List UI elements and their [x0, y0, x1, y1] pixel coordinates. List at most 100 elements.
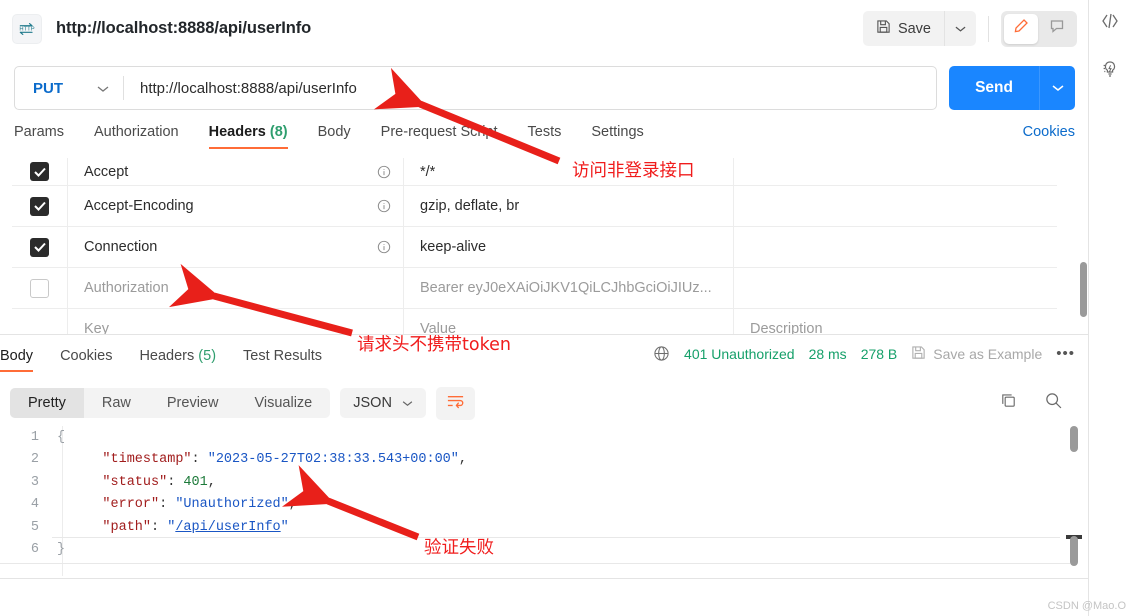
tab-body[interactable]: Body: [318, 124, 351, 149]
save-button[interactable]: Save: [862, 11, 944, 46]
comment-button[interactable]: [1040, 14, 1074, 44]
chevron-down-icon: [97, 80, 109, 97]
view-mode-visualize[interactable]: Visualize: [236, 388, 330, 418]
bottom-divider: [0, 578, 1089, 579]
edit-button[interactable]: [1004, 13, 1038, 44]
json-line-content: "error": "Unauthorized",: [102, 497, 297, 513]
header-value-cell[interactable]: Bearer eyJ0eXAiOiJKV1QiLCJhbGciOiJIUz...: [404, 268, 734, 308]
table-row[interactable]: Authorization Bearer eyJ0eXAiOiJKV1QiLCJ…: [12, 268, 1057, 309]
header-key-placeholder[interactable]: Key: [68, 309, 404, 335]
table-row[interactable]: Connection keep-alive: [12, 227, 1057, 268]
line-number: 2: [30, 452, 39, 468]
http-method-select[interactable]: PUT: [15, 67, 123, 109]
header-description-placeholder[interactable]: Description: [734, 309, 1057, 335]
tab-pre-request-script[interactable]: Pre-request Script: [381, 124, 498, 149]
header-row-checkbox-cell: [12, 186, 68, 226]
annotation-text: 请求头不携带token: [357, 335, 511, 355]
response-body-actions: [999, 391, 1079, 415]
checkbox-checked[interactable]: [30, 196, 49, 216]
response-tab-headers-label: Headers: [139, 348, 195, 364]
send-dropdown-button[interactable]: [1039, 66, 1075, 110]
header-key-cell[interactable]: Connection: [68, 227, 404, 267]
response-format-value: JSON: [353, 395, 392, 411]
json-scrollbar-bottom[interactable]: [1070, 536, 1078, 566]
cookies-link[interactable]: Cookies: [1023, 124, 1075, 149]
json-fold-marker[interactable]: }: [52, 542, 70, 557]
checkbox-checked[interactable]: [30, 162, 49, 181]
table-row[interactable]: Accept-Encoding gzip, deflate, br: [12, 186, 1057, 227]
save-as-example-button[interactable]: Save as Example: [911, 345, 1042, 363]
response-tab-body[interactable]: Body: [0, 348, 34, 372]
response-tab-headers[interactable]: Headers (5): [139, 348, 216, 372]
info-icon: [377, 165, 391, 179]
http-protocol-icon: HTTP: [12, 13, 42, 44]
lightbulb-icon[interactable]: [1097, 56, 1123, 82]
send-button[interactable]: Send: [949, 66, 1039, 110]
tab-params[interactable]: Params: [14, 124, 64, 149]
code-icon[interactable]: [1097, 8, 1123, 34]
save-dropdown-button[interactable]: [944, 11, 976, 46]
url-input[interactable]: [124, 79, 937, 97]
view-mode-preview[interactable]: Preview: [149, 388, 237, 418]
view-mode-raw[interactable]: Raw: [84, 388, 149, 418]
request-title: http://localhost:8888/api/userInfo: [56, 19, 312, 37]
table-row[interactable]: Accept */*: [12, 158, 1057, 186]
header-row-checkbox-cell: [12, 158, 68, 185]
json-line-content: "path": "/api/userInfo": [102, 519, 289, 535]
tab-headers-label: Headers: [208, 124, 266, 140]
response-tab-cookies[interactable]: Cookies: [60, 348, 112, 372]
request-tabs: Params Authorization Headers (8) Body Pr…: [0, 124, 1089, 158]
view-mode-pretty[interactable]: Pretty: [10, 388, 84, 418]
line-number: 6: [30, 542, 39, 558]
header-description-cell[interactable]: [734, 227, 1057, 267]
header-key-cell[interactable]: Authorization: [68, 268, 404, 308]
json-scrollbar-top[interactable]: [1070, 426, 1078, 452]
tab-settings[interactable]: Settings: [591, 124, 643, 149]
checkbox-unchecked[interactable]: [30, 278, 49, 298]
word-wrap-button[interactable]: [435, 386, 475, 420]
response-tab-cookies-label: Cookies: [60, 348, 113, 364]
headers-scrollbar[interactable]: [1080, 262, 1087, 317]
response-tabs: Body Cookies Headers (5) Test Results: [0, 335, 349, 372]
header-description-cell[interactable]: [734, 268, 1057, 308]
response-format-select[interactable]: JSON: [340, 388, 426, 418]
json-fold-marker[interactable]: {: [52, 430, 70, 445]
save-button-label: Save: [897, 20, 931, 37]
copy-icon[interactable]: [999, 391, 1018, 415]
header-key-text: Authorization: [84, 280, 169, 296]
table-row-placeholder[interactable]: Key Value Description: [12, 309, 1057, 335]
header-row-checkbox-cell: [12, 309, 68, 335]
response-tabs-bar: Body Cookies Headers (5) Test Results 40…: [0, 334, 1089, 372]
response-tab-test-results[interactable]: Test Results: [243, 348, 322, 372]
header-value-cell[interactable]: gzip, deflate, br: [404, 186, 734, 226]
comment-icon: [1049, 18, 1065, 39]
line-number: 3: [30, 474, 39, 490]
json-line-content: "status": 401,: [102, 474, 216, 490]
status-badge: 401 Unauthorized: [684, 345, 795, 362]
line-number: 4: [30, 497, 39, 513]
tab-authorization[interactable]: Authorization: [94, 124, 179, 149]
checkbox-checked[interactable]: [30, 237, 49, 257]
right-sidebar: [1088, 0, 1130, 616]
header-description-cell[interactable]: [734, 186, 1057, 226]
search-icon[interactable]: [1044, 391, 1063, 415]
tab-authorization-label: Authorization: [93, 124, 179, 140]
response-tab-headers-count: (5): [198, 348, 217, 364]
header-value-cell[interactable]: keep-alive: [404, 227, 734, 267]
tab-tests[interactable]: Tests: [528, 124, 562, 149]
response-body-json[interactable]: 1 { 2 "timestamp": "2023-05-27T02:38:33.…: [0, 426, 1070, 576]
url-bar: PUT Send: [0, 59, 1089, 117]
word-wrap-icon: [446, 393, 465, 414]
header-key-cell[interactable]: Accept: [68, 158, 404, 185]
header-actions: Save: [862, 10, 1077, 47]
response-more-button[interactable]: •••: [1056, 345, 1075, 362]
globe-icon: [653, 345, 670, 362]
header-key-cell[interactable]: Accept-Encoding: [68, 186, 404, 226]
header-description-cell[interactable]: [734, 158, 1057, 185]
json-row-divider: [52, 537, 1060, 538]
tab-headers[interactable]: Headers (8): [208, 124, 288, 149]
json-line: 4 "error": "Unauthorized",: [0, 494, 1070, 517]
header-row-checkbox-cell: [12, 227, 68, 267]
response-meta: 401 Unauthorized 28 ms 278 B Save as Exa…: [653, 345, 1089, 363]
response-body-toolbar: Pretty Raw Preview Visualize JSON: [0, 380, 1089, 426]
